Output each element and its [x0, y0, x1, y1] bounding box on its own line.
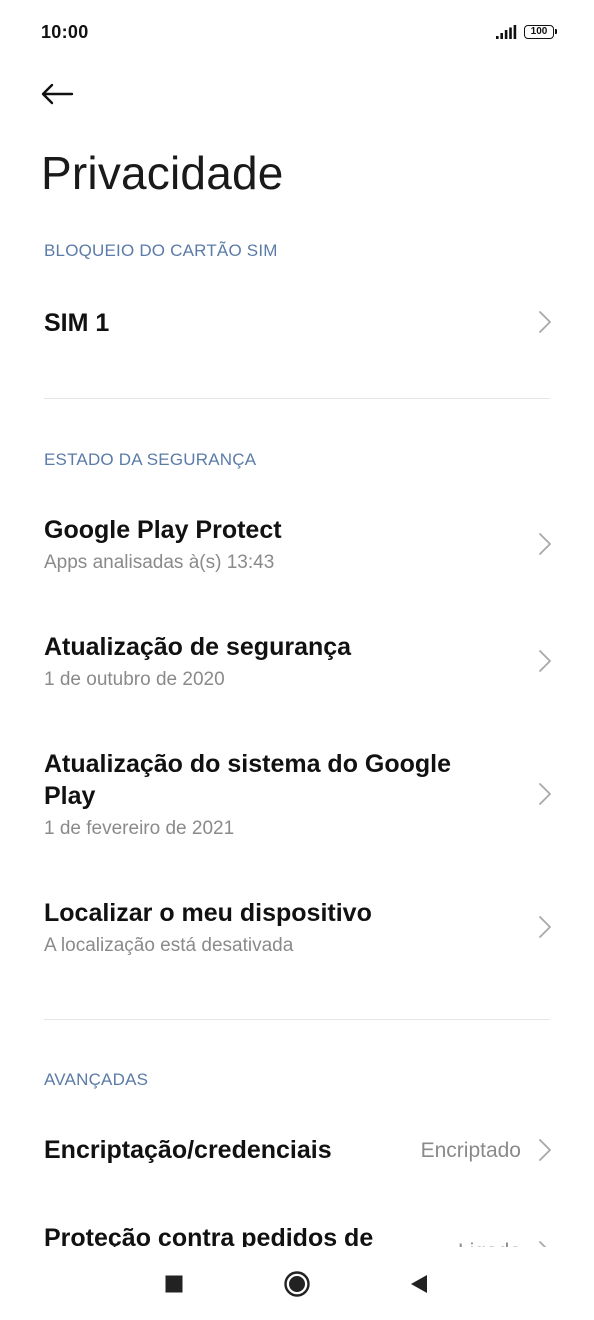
arrow-left-icon [41, 83, 74, 105]
chevron-right-icon [539, 783, 551, 805]
chevron-right-icon [539, 1139, 551, 1161]
divider [44, 398, 550, 399]
battery-level: 100 [530, 26, 548, 37]
status-time: 10:00 [41, 22, 89, 42]
battery-icon: 100 [524, 25, 557, 39]
settings-item-subtitle: 1 de outubro de 2020 [44, 669, 225, 690]
settings-item-subtitle: Apps analisadas à(s) 13:43 [44, 552, 275, 573]
square-icon [165, 1275, 183, 1293]
section-header-sim-lock: BLOQUEIO DO CARTÃO SIM [44, 241, 278, 260]
settings-item-find-my-device[interactable]: Localizar o meu dispositivo A localizaçã… [0, 883, 594, 983]
nav-recents-button[interactable] [159, 1269, 189, 1299]
settings-item-subtitle: A localização está desativada [44, 935, 294, 956]
chevron-right-icon [539, 650, 551, 672]
settings-item-title: Atualização do sistema do Google Play [44, 750, 452, 810]
section-header-security-status: ESTADO DA SEGURANÇA [44, 450, 257, 469]
chevron-right-icon [539, 311, 551, 333]
chevron-right-icon [539, 916, 551, 938]
settings-item-google-play-protect[interactable]: Google Play Protect Apps analisadas à(s)… [0, 500, 594, 600]
nav-home-button[interactable] [282, 1269, 312, 1299]
section-header-advanced: AVANÇADAS [44, 1070, 149, 1089]
settings-item-title: Google Play Protect [44, 516, 282, 544]
status-bar: 10:00 100 [0, 0, 594, 64]
settings-item-title: Localizar o meu dispositivo [44, 899, 372, 927]
triangle-back-icon [411, 1275, 427, 1293]
circle-icon [284, 1271, 310, 1297]
nav-back-button[interactable] [404, 1269, 434, 1299]
settings-item-sim-1[interactable]: SIM 1 [0, 280, 594, 370]
divider [44, 1019, 550, 1020]
settings-item-encryption-credentials[interactable]: Encriptação/credenciais Encriptado [0, 1110, 594, 1190]
settings-item-title: SIM 1 [44, 309, 110, 337]
settings-item-title: Encriptação/credenciais [44, 1136, 332, 1164]
settings-item-google-play-system-update[interactable]: Atualização do sistema do Google Play 1 … [0, 734, 594, 864]
status-icons: 100 [496, 22, 557, 42]
settings-item-subtitle: 1 de fevereiro de 2021 [44, 818, 235, 839]
settings-item-title: Atualização de segurança [44, 633, 352, 661]
page-title: Privacidade [41, 147, 284, 199]
navigation-bar [0, 1247, 594, 1320]
settings-item-value: Encriptado [420, 1139, 521, 1162]
settings-item-security-update[interactable]: Atualização de segurança 1 de outubro de… [0, 617, 594, 717]
chevron-right-icon [539, 533, 551, 555]
signal-icon [496, 25, 517, 39]
back-button[interactable] [40, 74, 86, 114]
